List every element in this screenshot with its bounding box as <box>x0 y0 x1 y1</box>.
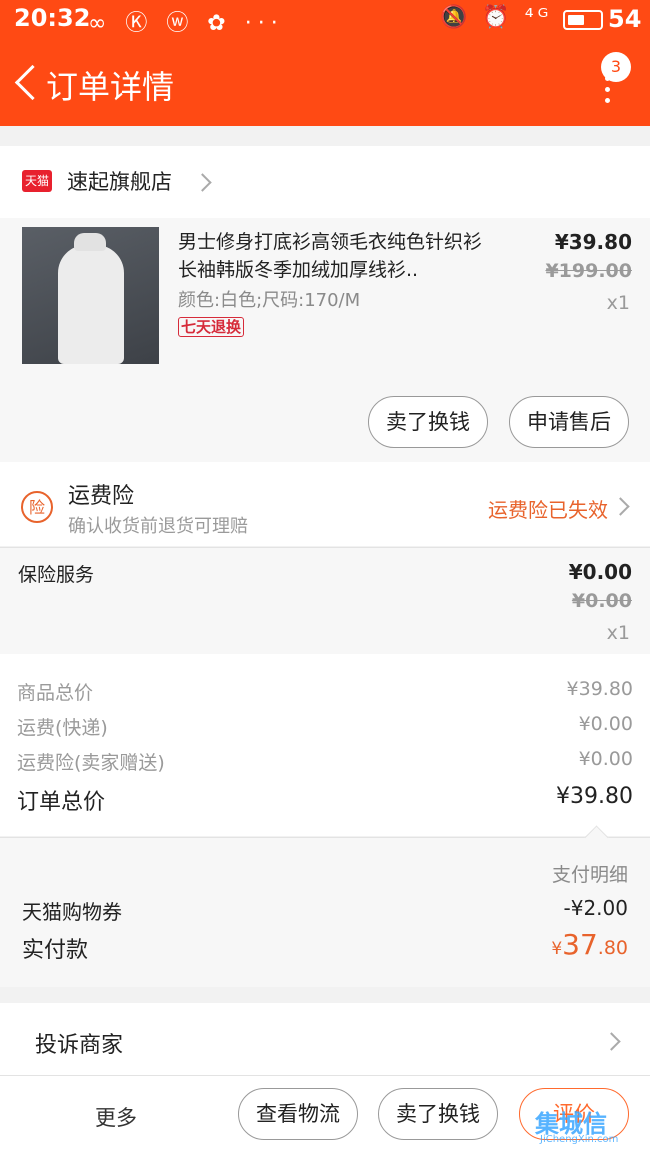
shipping-value: ¥0.00 <box>578 713 633 735</box>
payment-details: 支付明细 天猫购物券 -¥2.00 实付款 ¥37.80 <box>0 825 650 987</box>
seven-day-return-badge: 七天退换 <box>178 317 245 337</box>
status-bar: 20:32 ∞ Ⓚ ⓦ ✿ ··· 🔕 ⏰ ⁴ᴳ 54 <box>0 0 650 42</box>
battery-level: 54 <box>608 5 642 33</box>
paid-amount-value: ¥37.80 <box>551 928 628 961</box>
shop-row[interactable]: 天猫 速起旗舰店 <box>0 146 650 218</box>
notification-badge: 3 <box>601 52 631 82</box>
status-right-icons: 🔕 ⏰ ⁴ᴳ <box>440 5 553 30</box>
freight-insurance-subtitle: 确认收货前退货可理赔 <box>68 516 248 537</box>
freight-insurance-fee-value: ¥0.00 <box>578 748 633 770</box>
more-button[interactable]: 更多 <box>95 1102 137 1132</box>
shipping-label: 运费(快递) <box>17 717 108 739</box>
paid-amount-label: 实付款 <box>22 938 89 963</box>
product-title: 男士修身打底衫高领毛衣纯色针织衫长袖韩版冬季加绒加厚线衫.. <box>178 231 483 281</box>
coupon-value: -¥2.00 <box>563 896 628 920</box>
product-image[interactable] <box>22 227 159 364</box>
watermark-domain: JiChengXin.com <box>540 1134 619 1145</box>
order-total-value: ¥39.80 <box>556 784 633 809</box>
complain-merchant-row[interactable]: 投诉商家 <box>0 1003 650 1075</box>
goods-total-label: 商品总价 <box>17 682 94 704</box>
freight-insurance-row[interactable]: 险 运费险 确认收货前退货可理赔 运费险已失效 <box>0 462 650 546</box>
freight-insurance-fee-label: 运费险(卖家赠送) <box>17 752 165 774</box>
goods-total-value: ¥39.80 <box>566 678 633 700</box>
chevron-right-icon <box>602 1032 621 1051</box>
sell-for-cash-bottom-button[interactable]: 卖了换钱 <box>378 1088 498 1140</box>
sell-for-cash-button[interactable]: 卖了换钱 <box>368 396 488 448</box>
order-totals: 商品总价 ¥39.80 运费(快递) ¥0.00 运费险(卖家赠送) ¥0.00… <box>0 654 650 836</box>
insurance-service-original-price: ¥0.00 <box>571 590 632 612</box>
paid-decimal: .80 <box>597 937 628 959</box>
paid-integer: 37 <box>562 928 598 961</box>
product-spec: 颜色:白色;尺码:170/M <box>178 290 361 311</box>
paid-currency: ¥ <box>551 939 563 959</box>
freight-insurance-status: 运费险已失效 <box>488 498 608 522</box>
tmall-logo-icon: 天猫 <box>22 170 52 192</box>
order-total-label: 订单总价 <box>17 790 106 815</box>
app-header: 订单详情 3 <box>0 42 650 126</box>
status-left-icons: ∞ Ⓚ ⓦ ✿ ··· <box>88 11 284 36</box>
battery-fill <box>568 15 584 25</box>
battery-icon <box>563 10 603 30</box>
insurance-service-label: 保险服务 <box>18 564 95 586</box>
shop-name: 速起旗舰店 <box>67 170 172 194</box>
coupon-label: 天猫购物券 <box>22 900 122 924</box>
bottom-action-bar: 更多 查看物流 卖了换钱 评价 集城信 JiChengXin.com <box>0 1075 650 1156</box>
product-original-price: ¥199.00 <box>545 260 632 282</box>
sweater-neck-shape <box>74 233 106 251</box>
chevron-right-icon <box>611 497 630 516</box>
view-logistics-button[interactable]: 查看物流 <box>238 1088 358 1140</box>
payment-detail-label: 支付明细 <box>551 864 628 886</box>
insurance-service-row: 保险服务 ¥0.00 ¥0.00 x1 <box>0 547 650 654</box>
insurance-icon: 险 <box>21 491 53 523</box>
product-item[interactable]: 男士修身打底衫高领毛衣纯色针织衫长袖韩版冬季加绒加厚线衫.. 颜色:白色;尺码:… <box>0 218 650 462</box>
insurance-service-price: ¥0.00 <box>568 560 632 584</box>
status-time: 20:32 <box>14 4 91 32</box>
back-icon[interactable] <box>14 64 51 101</box>
sweater-shape <box>58 245 124 364</box>
product-price: ¥39.80 <box>554 230 632 254</box>
product-quantity: x1 <box>606 292 630 314</box>
complain-merchant-label: 投诉商家 <box>35 1033 124 1058</box>
apply-after-sales-button[interactable]: 申请售后 <box>509 396 629 448</box>
insurance-service-quantity: x1 <box>606 622 630 644</box>
chevron-right-icon <box>193 173 212 192</box>
page-title: 订单详情 <box>46 68 175 106</box>
freight-insurance-title: 运费险 <box>68 484 135 509</box>
